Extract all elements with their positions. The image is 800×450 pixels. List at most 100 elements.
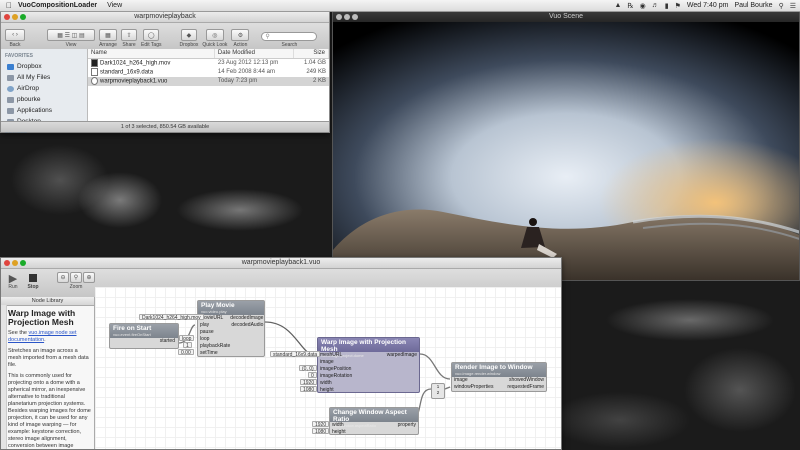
dropbox-status-icon[interactable]: ▲ <box>614 2 621 9</box>
port-mesh-url[interactable]: meshURL <box>320 352 352 359</box>
const-image-rotation[interactable]: 0 <box>308 372 317 379</box>
port-image[interactable]: image <box>454 377 493 384</box>
port-decoded-image[interactable]: decodedImage <box>230 315 263 322</box>
sidebar-item-airdrop[interactable]: AirDrop <box>1 83 87 94</box>
const-warp-width[interactable]: 1920 <box>300 379 318 386</box>
editor-window-controls <box>4 260 26 266</box>
node-change-aspect-ratio[interactable]: Change Window Aspect Ratio vuo.window.asp… <box>329 407 419 435</box>
files-icon <box>7 74 14 81</box>
dropbox-button[interactable]: ◆ <box>180 29 197 41</box>
port-property[interactable]: property <box>398 422 416 429</box>
battery-icon[interactable]: ▮ <box>665 2 669 10</box>
list-item[interactable]: 2 <box>432 390 444 396</box>
file-row-data[interactable]: standard_16x9.data 14 Feb 2008 8:44 am 2… <box>88 68 329 77</box>
back-button[interactable]: ‹ › <box>5 29 25 41</box>
const-aspect-width[interactable]: 1920 <box>312 421 330 428</box>
column-size-header[interactable]: Size <box>294 49 329 58</box>
finder-titlebar[interactable]: warpmovieplayback <box>1 12 329 23</box>
view-mode-button[interactable]: ▦ ☰ ◫ ▤ <box>47 29 95 41</box>
node-make-list[interactable]: 1 2 <box>431 383 445 399</box>
spotlight-icon[interactable]: ⚲ <box>779 2 784 10</box>
menu-clock[interactable]: Wed 7:40 pm <box>687 2 729 9</box>
stop-button[interactable] <box>27 272 39 284</box>
port-warped-image[interactable]: warpedImage <box>387 352 417 359</box>
const-loop[interactable]: loop <box>179 335 195 342</box>
port-window-properties[interactable]: windowProperties <box>454 384 493 391</box>
port-movie-url[interactable]: movieURL <box>200 315 230 322</box>
port-started[interactable]: started <box>110 338 178 345</box>
sidebar-item-home[interactable]: pbourke <box>1 94 87 105</box>
bluetooth-icon[interactable]: ℞ <box>627 2 633 10</box>
sidebar-item-all-my-files[interactable]: All My Files <box>1 72 87 83</box>
minimize-icon[interactable] <box>12 260 18 266</box>
node-render-image-to-window[interactable]: Render Image to Window vuo.image.render.w… <box>451 362 547 392</box>
port-playback-rate[interactable]: playbackRate <box>200 343 230 350</box>
column-name-header[interactable]: Name <box>88 49 215 58</box>
port-loop[interactable]: loop <box>200 336 230 343</box>
menu-app-name[interactable]: VuoCompositionLoader <box>18 2 97 9</box>
zoom-icon[interactable] <box>20 14 26 20</box>
port-decoded-audio[interactable]: decodedAudio <box>230 322 263 329</box>
apple-icon[interactable]:  <box>0 1 18 10</box>
editor-titlebar[interactable]: warpmovieplayback1.vuo <box>1 258 561 269</box>
close-icon[interactable] <box>4 260 10 266</box>
file-row-vuo[interactable]: warpmovieplayback1.vuo Today 7:23 pm 2 K… <box>88 77 329 86</box>
flag-icon[interactable]: ⚑ <box>675 2 681 10</box>
share-button[interactable]: ⇧ <box>121 29 137 41</box>
port-pause[interactable]: pause <box>200 329 230 336</box>
close-icon[interactable] <box>4 14 10 20</box>
notification-center-icon[interactable]: ☰ <box>790 2 796 10</box>
column-date-header[interactable]: Date Modified <box>215 49 295 58</box>
port-play[interactable]: play <box>200 322 230 329</box>
port-image-position[interactable]: imagePosition <box>320 366 352 373</box>
wifi-icon[interactable]: ◉ <box>640 2 646 10</box>
dome-warped-video-frame <box>333 22 799 280</box>
zoom-icon[interactable] <box>352 14 358 20</box>
file-row-movie[interactable]: Dark1024_h264_high.mov 23 Aug 2012 12:13… <box>88 59 329 68</box>
port-image[interactable]: image <box>320 359 352 366</box>
run-button[interactable]: ▶ <box>7 272 19 285</box>
port-height[interactable]: height <box>320 387 352 394</box>
node-fire-on-start[interactable]: Fire on Start vuo.event.fireOnStart start… <box>109 323 179 349</box>
close-icon[interactable] <box>336 14 342 20</box>
quick-look-button[interactable]: ◎ <box>205 29 224 41</box>
play-icon: ▶ <box>8 272 18 285</box>
vuo-file-icon <box>91 77 98 85</box>
port-set-time[interactable]: setTime <box>200 350 230 357</box>
port-width[interactable]: width <box>332 422 346 429</box>
edit-tags-button[interactable]: ◯ <box>143 29 160 41</box>
const-warp-height[interactable]: 1080 <box>300 386 318 393</box>
const-image-position[interactable]: (0, 0) <box>299 365 317 372</box>
node-warp-image[interactable]: Warp Image with Projection Mesh vuo.image… <box>317 337 420 393</box>
port-image-rotation[interactable]: imageRotation <box>320 373 352 380</box>
minimize-icon[interactable] <box>344 14 350 20</box>
sidebar-item-dropbox[interactable]: Dropbox <box>1 61 87 72</box>
menu-view[interactable]: View <box>107 2 122 9</box>
composition-canvas[interactable]: Fire on Start vuo.event.fireOnStart start… <box>95 287 561 449</box>
port-width[interactable]: width <box>320 380 352 387</box>
minimize-icon[interactable] <box>12 14 18 20</box>
const-mesh-url[interactable]: standard_16x9.data <box>270 351 321 358</box>
const-playback-rate[interactable]: 1 <box>183 342 192 349</box>
node-doc-summary: Stretches an image across a mesh importe… <box>8 348 89 368</box>
const-aspect-height[interactable]: 1080 <box>312 428 330 435</box>
const-movie-url[interactable]: Dark1024_h264_high.mov <box>139 314 204 321</box>
zoom-icon[interactable] <box>20 260 26 266</box>
zoom-out-button[interactable]: ⊖ <box>57 272 69 283</box>
arrange-button[interactable]: ▦ <box>99 29 117 41</box>
node-play-movie[interactable]: Play Movie vuo.video.play movieURL play p… <box>197 300 265 357</box>
file-name: standard_16x9.data <box>100 69 154 76</box>
zoom-actual-button[interactable]: ⚲ <box>70 272 82 283</box>
node-library-list[interactable] <box>1 305 7 449</box>
port-showed-window[interactable]: showedWindow <box>507 377 544 384</box>
search-input[interactable]: ⚲ <box>261 32 318 41</box>
volume-icon[interactable]: ♬ <box>652 2 659 9</box>
file-size: 249 KB <box>306 69 326 75</box>
port-height[interactable]: height <box>332 429 346 436</box>
const-set-time[interactable]: 0.00 <box>178 349 194 356</box>
action-button[interactable]: ⚙ <box>231 29 250 41</box>
sidebar-item-applications[interactable]: Applications <box>1 105 87 116</box>
zoom-in-button[interactable]: ⊕ <box>83 272 95 283</box>
menu-user[interactable]: Paul Bourke <box>734 2 772 9</box>
port-requested-frame[interactable]: requestedFrame <box>507 384 544 391</box>
